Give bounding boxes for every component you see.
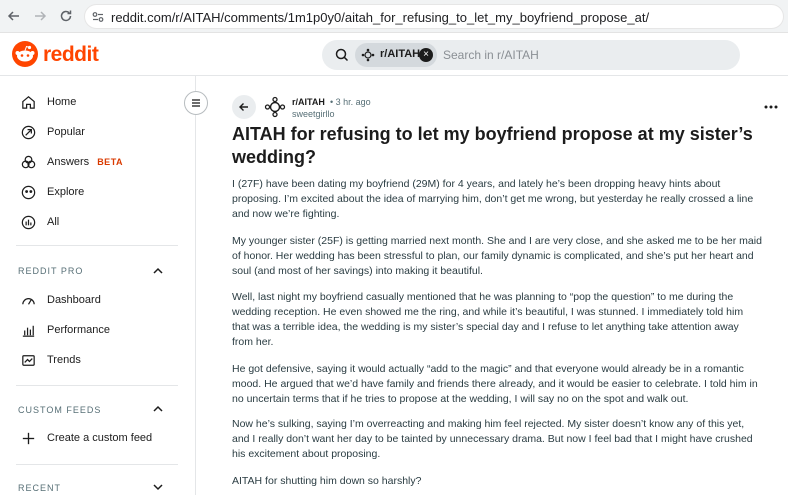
address-bar[interactable]: reddit.com/r/AITAH/comments/1m1p0y0/aita… — [84, 4, 784, 29]
post-paragraph: AITAH for shutting him down so harshly? — [232, 474, 782, 489]
section-title-custom-feeds: CUSTOM FEEDS — [18, 405, 102, 415]
post-paragraph: Well, last night my boyfriend casually m… — [232, 290, 782, 350]
post-text-line: mood. He argued that we’d have family an… — [232, 378, 758, 390]
left-sidebar: Home Popular Answers BETA Explore All RE… — [0, 76, 196, 495]
sidebar-item-label: All — [47, 216, 60, 228]
sidebar-item-label: Explore — [47, 186, 85, 198]
sidebar-item-label: Answers — [47, 156, 90, 168]
sidebar-item-trends[interactable]: Trends — [20, 349, 81, 371]
subreddit-avatar-icon[interactable] — [264, 96, 286, 118]
sidebar-item-label: Home — [47, 96, 77, 108]
performance-icon — [22, 325, 35, 337]
subreddit-link[interactable]: r/AITAH — [292, 97, 325, 107]
post-text-line: soul (and most of her savings) into maki… — [232, 265, 483, 277]
arrow-left-icon — [7, 11, 19, 21]
site-header: reddit r/AITAH × Search in r/AITAH — [0, 33, 788, 76]
post-text-line: wedding reception. He even showed me the… — [232, 306, 744, 318]
post-title: AITAH for refusing to let my boyfriend p… — [232, 123, 772, 169]
post-text-line: that was a terrible idea, the wedding is… — [232, 321, 739, 333]
home-icon — [22, 95, 35, 109]
sidebar-item-label: Popular — [47, 126, 85, 138]
post-text-line: My younger sister (25F) is getting marri… — [232, 235, 762, 247]
post-text-line: from her. — [232, 336, 274, 348]
post-text-line: his excitement about proposing. — [232, 448, 381, 460]
trends-icon — [22, 354, 35, 366]
chevron-up-icon[interactable] — [152, 265, 164, 277]
search-community-chip[interactable]: r/AITAH × — [355, 43, 437, 67]
beta-badge: BETA — [97, 157, 124, 167]
site-settings-icon[interactable] — [91, 10, 105, 24]
browser-forward-button[interactable] — [30, 6, 50, 26]
post-text-line: and now we’re fighting. — [232, 208, 340, 220]
sidebar-item-dashboard[interactable]: Dashboard — [20, 289, 101, 311]
sidebar-divider — [16, 464, 178, 465]
answers-icon — [21, 155, 36, 168]
sidebar-item-label: Dashboard — [47, 294, 101, 306]
post-text-line: Now he’s sulking, saying I’m overreactin… — [232, 418, 745, 430]
browser-toolbar: reddit.com/r/AITAH/comments/1m1p0y0/aita… — [0, 0, 788, 33]
sidebar-collapse-button[interactable] — [184, 91, 208, 115]
sidebar-item-answers[interactable]: Answers BETA — [20, 151, 123, 173]
sidebar-divider — [16, 385, 178, 386]
post-paragraph: My younger sister (25F) is getting marri… — [232, 234, 782, 279]
back-button[interactable] — [232, 95, 256, 119]
sidebar-item-label: Create a custom feed — [47, 432, 153, 444]
section-title-reddit-pro: REDDIT PRO — [18, 266, 84, 276]
post-text-line: Well, last night my boyfriend casually m… — [232, 291, 734, 303]
post-paragraph: I (27F) have been dating my boyfriend (2… — [232, 177, 782, 222]
sidebar-divider — [16, 245, 178, 246]
subreddit-avatar-icon — [361, 48, 375, 62]
post-paragraph: Now he’s sulking, saying I’m overreactin… — [232, 417, 782, 462]
search-input[interactable]: Search in r/AITAH — [443, 48, 539, 62]
reddit-wordmark[interactable]: reddit — [43, 43, 99, 67]
explore-icon — [21, 185, 36, 199]
browser-reload-button[interactable] — [56, 6, 76, 26]
post-text-line: proposing. I’m excited about the idea of… — [232, 193, 754, 205]
sidebar-item-home[interactable]: Home — [20, 91, 76, 113]
chevron-down-icon[interactable] — [152, 481, 164, 493]
all-icon — [21, 215, 36, 229]
dashboard-icon — [22, 297, 35, 305]
reload-icon — [60, 10, 72, 22]
post-text-line: He got defensive, saying it would actual… — [232, 363, 744, 375]
post-text-line: AITAH for shutting him down so harshly? — [232, 475, 422, 487]
post-text-line: of honor. Her wedding has been stressful… — [232, 250, 754, 262]
arrow-left-icon — [239, 103, 248, 111]
community-chip-label: r/AITAH — [380, 48, 421, 60]
reddit-logo-icon[interactable] — [12, 41, 38, 67]
sidebar-item-performance[interactable]: Performance — [20, 319, 110, 341]
search-icon — [335, 48, 349, 62]
sidebar-item-label: Trends — [47, 354, 81, 366]
sidebar-item-explore[interactable]: Explore — [20, 181, 84, 203]
sidebar-item-label: Performance — [47, 324, 110, 336]
close-icon[interactable]: × — [419, 48, 433, 62]
menu-icon — [192, 99, 200, 107]
chevron-up-icon[interactable] — [152, 403, 164, 415]
post-title-line: AITAH for refusing to let my boyfriend p… — [232, 124, 753, 144]
post-timestamp: • 3 hr. ago — [330, 97, 371, 107]
search-bar[interactable]: r/AITAH × Search in r/AITAH — [322, 40, 740, 70]
url-text: reddit.com/r/AITAH/comments/1m1p0y0/aita… — [111, 10, 650, 25]
post-text-line: I (27F) have been dating my boyfriend (2… — [232, 178, 721, 190]
post-author-link[interactable]: sweetgirllo — [292, 109, 335, 119]
plus-icon — [22, 432, 35, 444]
sidebar-item-all[interactable]: All — [20, 211, 59, 233]
popular-icon — [21, 125, 36, 139]
post-paragraph: He got defensive, saying it would actual… — [232, 362, 782, 407]
post-text-line: no uncertain terms that if he tries to p… — [232, 393, 689, 405]
section-title-recent: RECENT — [18, 483, 62, 493]
more-options-icon[interactable] — [762, 100, 780, 114]
post-title-line: wedding? — [232, 147, 316, 167]
sidebar-item-create-custom-feed[interactable]: Create a custom feed — [20, 427, 152, 449]
browser-back-button[interactable] — [4, 6, 24, 26]
sidebar-item-popular[interactable]: Popular — [20, 121, 85, 143]
arrow-right-icon — [35, 11, 47, 21]
post-text-line: and I really don’t want her day to be ta… — [232, 433, 753, 445]
